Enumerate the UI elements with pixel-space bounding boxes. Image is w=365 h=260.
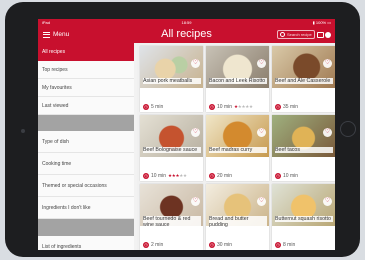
heart-icon[interactable]: ♡ [323,128,332,137]
search-placeholder: Search recipe [287,32,312,37]
recipe-grid: ♡ Asian pork meatballs ◷ 5 min ♡ Bacon and Le… [137,43,335,250]
recipe-time: 30 min [217,241,233,248]
clock-icon: ◷ [275,241,281,248]
recipe-meta: ◷ 5 min [143,103,163,110]
home-button[interactable] [340,121,356,137]
battery-label: ▮ 100% ▭ [312,20,331,25]
recipe-time: 10 min [217,103,233,110]
heart-icon[interactable]: ♡ [257,197,266,206]
heart-icon[interactable]: ♡ [191,197,200,206]
rating-stars: ★★★★★ [234,104,253,110]
recipe-meta: ◷ 35 min [275,103,298,110]
recipe-title: Beef and Ale Casserole [275,78,333,84]
clock-icon: ◷ [275,103,281,110]
recipe-card[interactable]: ♡ Beef and Ale Casserole ◷ 35 min [272,46,335,112]
recipe-time: 10 min [283,172,299,179]
heart-icon[interactable]: ♡ [257,59,266,68]
chef-hat-icon [325,31,331,38]
star-icon: ★ [248,103,253,109]
recipe-time: 8 min [283,241,296,248]
sidebar-section-divider [38,115,134,131]
recipe-title: Beef tournedo & red wine sauce [143,216,201,228]
recipe-card[interactable]: ♡ Beef madras curry ◷ 20 min [206,115,269,181]
status-bar: iPad 18:59 ▮ 100% ▭ [38,19,335,26]
sidebar-item-cooking-time[interactable]: Cooking time [38,153,134,175]
recipe-time: 20 min [217,172,233,179]
recipe-meta: ◷ 2 min [143,241,163,248]
clock-icon: ◷ [143,172,149,179]
recipe-card[interactable]: ♡ Asian pork meatballs ◷ 5 min [140,46,203,112]
front-camera [21,129,25,133]
rating-stars: ★★★★★ [168,173,187,179]
search-icon [280,32,285,37]
search-input[interactable]: Search recipe [277,30,315,39]
recipe-card[interactable]: ♡ Butternut squash risotto ◷ 8 min [272,184,335,250]
sidebar-item-my-favourites[interactable]: My favourites [38,79,134,97]
clock-icon: ◷ [143,103,149,110]
sidebar-item-ingredients-dislike[interactable]: Ingredients I don't like [38,197,134,219]
recipe-time: 2 min [151,241,164,248]
sidebar-item-themed-occasions[interactable]: Themed or special occasions [38,175,134,197]
recipe-meta: ◷ 20 min [209,172,232,179]
recipe-meta: ◷ 10 min ★★★★★ [209,103,253,110]
app-screen: iPad 18:59 ▮ 100% ▭ Menu All recipes Sea… [38,19,335,250]
sidebar-section-divider [38,219,134,236]
heart-icon[interactable]: ♡ [191,128,200,137]
sidebar-item-list-of-ingredients[interactable]: List of ingredients [38,236,134,250]
sidebar-item-last-viewed[interactable]: Last viewed [38,97,134,115]
star-icon: ★ [182,172,187,178]
recipe-card[interactable]: ♡ Beef tacos ◷ 10 min [272,115,335,181]
heart-icon[interactable]: ♡ [323,197,332,206]
clock-label: 18:59 [181,20,192,25]
recipe-meta: ◷ 10 min [275,172,298,179]
recipe-time: 5 min [151,103,164,110]
view-toggle-icon [317,31,324,38]
clock-icon: ◷ [209,103,215,110]
sidebar-menu: All recipes Top recipes My favourites La… [38,43,134,250]
recipe-title: Asian pork meatballs [143,78,201,84]
recipe-title: Butternut squash risotto [275,216,333,222]
recipe-title: Beef Bolognaise sauce [143,147,201,153]
ipad-frame: iPad 18:59 ▮ 100% ▭ Menu All recipes Sea… [5,2,360,257]
recipe-time: 35 min [283,103,299,110]
sidebar-item-type-of-dish[interactable]: Type of dish [38,131,134,153]
navigation-bar: Menu All recipes Search recipe [38,26,335,43]
recipe-card[interactable]: ♡ Beef Bolognaise sauce ◷ 10 min ★★★★★ [140,115,203,181]
recipe-card[interactable]: ♡ Bacon and Leek Risotto ◷ 10 min ★★★★★ [206,46,269,112]
sidebar-item-top-recipes[interactable]: Top recipes [38,61,134,79]
recipe-title: Bacon and Leek Risotto [209,78,267,84]
sidebar-item-all-recipes[interactable]: All recipes [38,43,134,61]
clock-icon: ◷ [209,241,215,248]
recipe-meta: ◷ 10 min ★★★★★ [143,172,187,179]
clock-icon: ◷ [209,172,215,179]
clock-icon: ◷ [143,241,149,248]
recipe-title: Bread and butter pudding [209,216,267,228]
recipe-time: 10 min [151,172,167,179]
recipe-meta: ◷ 30 min [209,241,232,248]
recipe-card[interactable]: ♡ Bread and butter pudding ◷ 30 min [206,184,269,250]
heart-icon[interactable]: ♡ [323,59,332,68]
clock-icon: ◷ [275,172,281,179]
recipe-meta: ◷ 8 min [275,241,295,248]
view-toggle-button[interactable] [317,30,331,39]
recipe-title: Beef tacos [275,147,333,153]
heart-icon[interactable]: ♡ [191,59,200,68]
heart-icon[interactable]: ♡ [257,128,266,137]
recipe-card[interactable]: ♡ Beef tournedo & red wine sauce ◷ 2 min [140,184,203,250]
recipe-title: Beef madras curry [209,147,267,153]
